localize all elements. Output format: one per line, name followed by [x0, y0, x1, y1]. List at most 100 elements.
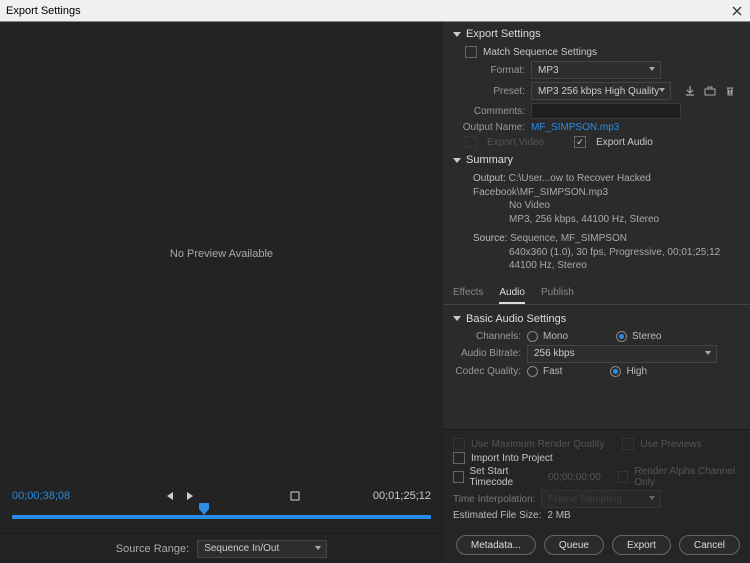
- est-size-label: Estimated File Size:: [453, 510, 541, 521]
- basic-audio-header[interactable]: Basic Audio Settings: [453, 313, 740, 325]
- export-audio-label: Export Audio: [596, 137, 653, 148]
- main-area: No Preview Available 00;00;38;08 00;01;2…: [0, 22, 750, 563]
- radio-icon: [610, 366, 621, 377]
- channels-mono-option[interactable]: Mono: [527, 331, 568, 342]
- export-settings-header[interactable]: Export Settings: [453, 28, 740, 40]
- start-timecode-checkbox[interactable]: [453, 471, 464, 483]
- prev-frame-icon[interactable]: [167, 492, 175, 500]
- metadata-button[interactable]: Metadata...: [456, 535, 536, 555]
- tab-publish[interactable]: Publish: [541, 283, 574, 304]
- use-previews-checkbox: [622, 438, 634, 450]
- bitrate-dropdown[interactable]: 256 kbps: [527, 345, 717, 363]
- codec-fast-option[interactable]: Fast: [527, 366, 562, 377]
- timeline-bar[interactable]: [0, 507, 443, 525]
- chevron-down-icon: [315, 546, 321, 550]
- chevron-down-icon: [649, 496, 655, 500]
- preset-icons: [683, 84, 737, 98]
- current-time[interactable]: 00;00;38;08: [12, 490, 70, 502]
- bottom-options: Use Maximum Render Quality Use Previews …: [443, 429, 750, 529]
- chevron-down-icon: [659, 88, 665, 92]
- preset-value: MP3 256 kbps High Quality: [538, 86, 659, 97]
- max-render-label: Use Maximum Render Quality: [471, 439, 604, 450]
- max-render-checkbox: [453, 438, 465, 450]
- time-interp-value: Frame Sampling: [548, 494, 621, 505]
- summary-output-audio: MP3, 256 kbps, 44100 Hz, Stereo: [473, 214, 659, 225]
- delete-preset-icon[interactable]: [723, 84, 737, 98]
- summary-source: Source: Sequence, MF_SIMPSON 640x360 (1.…: [453, 232, 740, 273]
- disclose-icon: [453, 158, 461, 163]
- comments-label: Comments:: [453, 106, 525, 117]
- channels-label: Channels:: [453, 331, 521, 342]
- format-value: MP3: [538, 65, 559, 76]
- tab-audio[interactable]: Audio: [499, 283, 525, 304]
- source-range-label: Source Range:: [116, 543, 189, 555]
- crop-icon[interactable]: [289, 490, 301, 502]
- summary-source-label: Source:: [473, 233, 507, 244]
- start-timecode-value: 00;00;00;00: [548, 472, 601, 483]
- match-sequence-checkbox[interactable]: [465, 46, 477, 58]
- output-name-value[interactable]: MF_SIMPSON.mp3: [531, 122, 619, 133]
- footer-buttons: Metadata... Queue Export Cancel: [443, 529, 750, 563]
- export-button[interactable]: Export: [612, 535, 671, 555]
- summary-output-video: No Video: [473, 200, 550, 211]
- source-range-value: Sequence In/Out: [204, 543, 279, 554]
- radio-icon: [527, 331, 538, 342]
- duration-time: 00;01;25;12: [373, 490, 431, 502]
- render-alpha-checkbox: [618, 471, 629, 483]
- cancel-button[interactable]: Cancel: [679, 535, 740, 555]
- est-size-value: 2 MB: [547, 510, 570, 521]
- channels-stereo-option[interactable]: Stereo: [616, 331, 661, 342]
- bitrate-value: 256 kbps: [534, 348, 575, 359]
- export-video-label: Export Video: [487, 137, 544, 148]
- timeline-track[interactable]: [12, 515, 431, 519]
- summary-output-label: Output:: [473, 173, 506, 184]
- export-settings-title: Export Settings: [466, 28, 541, 40]
- summary-header[interactable]: Summary: [453, 154, 740, 166]
- mono-label: Mono: [543, 331, 568, 342]
- summary-source-audio: 44100 Hz, Stereo: [473, 260, 587, 271]
- comments-input[interactable]: [531, 103, 681, 119]
- use-previews-label: Use Previews: [640, 439, 701, 450]
- radio-icon: [616, 331, 627, 342]
- chevron-down-icon: [705, 351, 711, 355]
- close-icon[interactable]: [730, 4, 744, 18]
- timeline-info-row: 00;00;38;08 00;01;25;12: [0, 485, 443, 507]
- output-name-label: Output Name:: [453, 122, 525, 133]
- export-settings-section: Export Settings Match Sequence Settings …: [443, 22, 750, 281]
- tab-effects[interactable]: Effects: [453, 283, 483, 304]
- playback-controls: [70, 492, 289, 500]
- import-preset-icon[interactable]: [703, 84, 717, 98]
- preview-panel: No Preview Available 00;00;38;08 00;01;2…: [0, 22, 443, 563]
- radio-icon: [527, 366, 538, 377]
- source-range-dropdown[interactable]: Sequence In/Out: [197, 540, 327, 558]
- save-preset-icon[interactable]: [683, 84, 697, 98]
- channels-group: Mono Stereo: [527, 331, 661, 342]
- time-interp-dropdown: Frame Sampling: [541, 490, 661, 508]
- import-project-label: Import Into Project: [471, 453, 553, 464]
- time-interp-label: Time Interpolation:: [453, 494, 535, 505]
- export-audio-checkbox[interactable]: [574, 136, 586, 148]
- basic-audio-title: Basic Audio Settings: [466, 313, 566, 325]
- tabs: Effects Audio Publish: [443, 283, 750, 305]
- preset-dropdown[interactable]: MP3 256 kbps High Quality: [531, 82, 671, 100]
- playhead-icon[interactable]: [199, 503, 209, 517]
- codec-group: Fast High: [527, 366, 647, 377]
- chevron-down-icon: [649, 67, 655, 71]
- summary-output: Output: C:\User...ow to Recover Hacked F…: [453, 172, 740, 226]
- import-project-checkbox[interactable]: [453, 452, 465, 464]
- summary-source-dims: 640x360 (1.0), 30 fps, Progressive, 00;0…: [473, 247, 720, 258]
- match-sequence-label: Match Sequence Settings: [483, 47, 597, 58]
- codec-high-option[interactable]: High: [610, 366, 647, 377]
- high-label: High: [626, 366, 647, 377]
- format-dropdown[interactable]: MP3: [531, 61, 661, 79]
- format-label: Format:: [453, 65, 525, 76]
- queue-button[interactable]: Queue: [544, 535, 604, 555]
- export-video-checkbox: [465, 136, 477, 148]
- title-bar: Export Settings: [0, 0, 750, 22]
- stereo-label: Stereo: [632, 331, 661, 342]
- preview-area: No Preview Available: [0, 22, 443, 485]
- disclose-icon: [453, 32, 461, 37]
- window-title: Export Settings: [6, 5, 730, 17]
- next-frame-icon[interactable]: [185, 492, 193, 500]
- audio-settings-section: Basic Audio Settings Channels: Mono Ster…: [443, 305, 750, 388]
